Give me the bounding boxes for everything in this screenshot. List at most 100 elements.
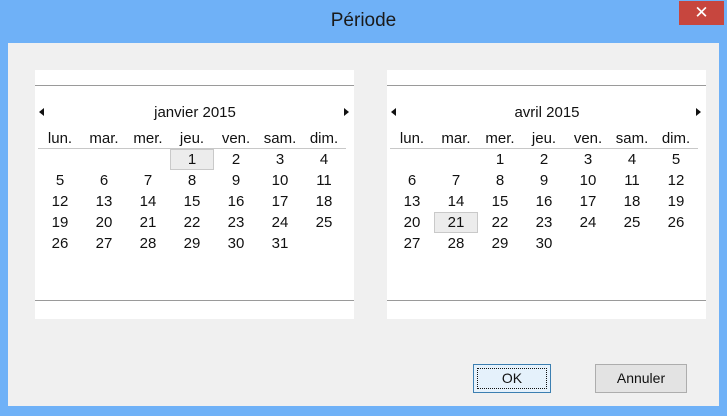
day-cell[interactable]: 29 bbox=[170, 233, 214, 254]
weekday-header: jeu. bbox=[522, 128, 566, 149]
empty-day-cell bbox=[82, 149, 126, 170]
day-cell[interactable]: 23 bbox=[522, 212, 566, 233]
weekday-header: ven. bbox=[214, 128, 258, 149]
calendar-month-title: avril 2015 bbox=[514, 104, 580, 121]
day-cell[interactable]: 20 bbox=[82, 212, 126, 233]
dialog-body: janvier 2015 lun. mar. mer. jeu. ven. sam. dim… bbox=[8, 43, 719, 406]
ok-button[interactable]: OK bbox=[473, 364, 551, 393]
day-cell[interactable]: 25 bbox=[610, 212, 654, 233]
day-cell[interactable]: 9 bbox=[214, 170, 258, 191]
calendar-january: janvier 2015 lun. mar. mer. jeu. ven. sam. dim… bbox=[35, 70, 354, 319]
day-cell[interactable]: 13 bbox=[390, 191, 434, 212]
next-month-arrow-icon[interactable] bbox=[693, 106, 705, 120]
dialog-window: Période ✕ janvier 2015 lun. mar. mer. jeu. v… bbox=[0, 0, 727, 416]
weekday-header: dim. bbox=[302, 128, 346, 149]
day-cell[interactable]: 6 bbox=[82, 170, 126, 191]
day-cell[interactable]: 19 bbox=[38, 212, 82, 233]
day-cell[interactable]: 16 bbox=[522, 191, 566, 212]
day-cell[interactable]: 7 bbox=[126, 170, 170, 191]
day-cell[interactable]: 6 bbox=[390, 170, 434, 191]
day-cell[interactable]: 21 bbox=[434, 212, 478, 233]
day-cell[interactable]: 10 bbox=[566, 170, 610, 191]
empty-day-cell bbox=[390, 149, 434, 170]
empty-day-cell bbox=[654, 233, 698, 254]
calendar-bottom-divider bbox=[35, 300, 354, 301]
day-cell[interactable]: 1 bbox=[478, 149, 522, 170]
day-cell[interactable]: 30 bbox=[214, 233, 258, 254]
day-cell[interactable]: 28 bbox=[434, 233, 478, 254]
weekday-header: sam. bbox=[610, 128, 654, 149]
calendar-month-title: janvier 2015 bbox=[154, 104, 236, 121]
day-cell[interactable]: 7 bbox=[434, 170, 478, 191]
day-cell[interactable]: 4 bbox=[302, 149, 346, 170]
weekday-header: jeu. bbox=[170, 128, 214, 149]
calendar-april: avril 2015 lun. mar. mer. jeu. ven. sam. dim. 1… bbox=[387, 70, 706, 319]
title-bar[interactable]: Période ✕ bbox=[0, 0, 727, 42]
day-cell[interactable]: 10 bbox=[258, 170, 302, 191]
day-cell[interactable]: 28 bbox=[126, 233, 170, 254]
calendar-top-divider bbox=[387, 85, 706, 86]
calendar-top-divider bbox=[35, 85, 354, 86]
day-cell[interactable]: 2 bbox=[522, 149, 566, 170]
day-cell[interactable]: 5 bbox=[38, 170, 82, 191]
weekday-header: ven. bbox=[566, 128, 610, 149]
day-cell[interactable]: 14 bbox=[126, 191, 170, 212]
day-cell[interactable]: 5 bbox=[654, 149, 698, 170]
day-cell[interactable]: 27 bbox=[82, 233, 126, 254]
day-cell[interactable]: 3 bbox=[566, 149, 610, 170]
weekday-header: dim. bbox=[654, 128, 698, 149]
calendar-grid: lun. mar. mer. jeu. ven. sam. dim. 1 2 3 4 5 6 7 8 9 10 1… bbox=[38, 128, 350, 254]
day-cell[interactable]: 3 bbox=[258, 149, 302, 170]
day-cell[interactable]: 17 bbox=[258, 191, 302, 212]
day-cell[interactable]: 2 bbox=[214, 149, 258, 170]
weekday-header: mer. bbox=[126, 128, 170, 149]
empty-day-cell bbox=[38, 149, 82, 170]
day-cell[interactable]: 11 bbox=[302, 170, 346, 191]
day-cell[interactable]: 27 bbox=[390, 233, 434, 254]
day-cell[interactable]: 29 bbox=[478, 233, 522, 254]
day-cell[interactable]: 30 bbox=[522, 233, 566, 254]
day-cell[interactable]: 12 bbox=[654, 170, 698, 191]
cancel-button[interactable]: Annuler bbox=[595, 364, 687, 393]
day-cell[interactable]: 20 bbox=[390, 212, 434, 233]
day-cell[interactable]: 18 bbox=[610, 191, 654, 212]
day-cell[interactable]: 24 bbox=[258, 212, 302, 233]
day-cell[interactable]: 31 bbox=[258, 233, 302, 254]
prev-month-arrow-icon[interactable] bbox=[389, 106, 401, 120]
day-cell[interactable]: 8 bbox=[478, 170, 522, 191]
empty-day-cell bbox=[610, 233, 654, 254]
empty-day-cell bbox=[126, 149, 170, 170]
day-cell[interactable]: 12 bbox=[38, 191, 82, 212]
day-cell[interactable]: 18 bbox=[302, 191, 346, 212]
day-cell[interactable]: 25 bbox=[302, 212, 346, 233]
day-cell[interactable]: 22 bbox=[170, 212, 214, 233]
empty-day-cell bbox=[302, 233, 346, 254]
day-cell[interactable]: 19 bbox=[654, 191, 698, 212]
prev-month-arrow-icon[interactable] bbox=[37, 106, 49, 120]
day-cell[interactable]: 24 bbox=[566, 212, 610, 233]
day-cell[interactable]: 26 bbox=[38, 233, 82, 254]
day-cell[interactable]: 21 bbox=[126, 212, 170, 233]
day-cell[interactable]: 8 bbox=[170, 170, 214, 191]
day-cell[interactable]: 16 bbox=[214, 191, 258, 212]
close-icon: ✕ bbox=[694, 3, 709, 22]
day-cell[interactable]: 9 bbox=[522, 170, 566, 191]
day-cell[interactable]: 22 bbox=[478, 212, 522, 233]
day-cell[interactable]: 15 bbox=[478, 191, 522, 212]
weekday-header: sam. bbox=[258, 128, 302, 149]
day-cell[interactable]: 1 bbox=[170, 149, 214, 170]
day-cell[interactable]: 13 bbox=[82, 191, 126, 212]
day-cell[interactable]: 11 bbox=[610, 170, 654, 191]
day-cell[interactable]: 26 bbox=[654, 212, 698, 233]
weekday-header: mar. bbox=[82, 128, 126, 149]
day-cell[interactable]: 23 bbox=[214, 212, 258, 233]
weekday-header: mar. bbox=[434, 128, 478, 149]
day-cell[interactable]: 4 bbox=[610, 149, 654, 170]
day-cell[interactable]: 15 bbox=[170, 191, 214, 212]
day-cell[interactable]: 14 bbox=[434, 191, 478, 212]
weekday-header: mer. bbox=[478, 128, 522, 149]
empty-day-cell bbox=[566, 233, 610, 254]
close-button[interactable]: ✕ bbox=[679, 1, 724, 25]
day-cell[interactable]: 17 bbox=[566, 191, 610, 212]
next-month-arrow-icon[interactable] bbox=[341, 106, 353, 120]
